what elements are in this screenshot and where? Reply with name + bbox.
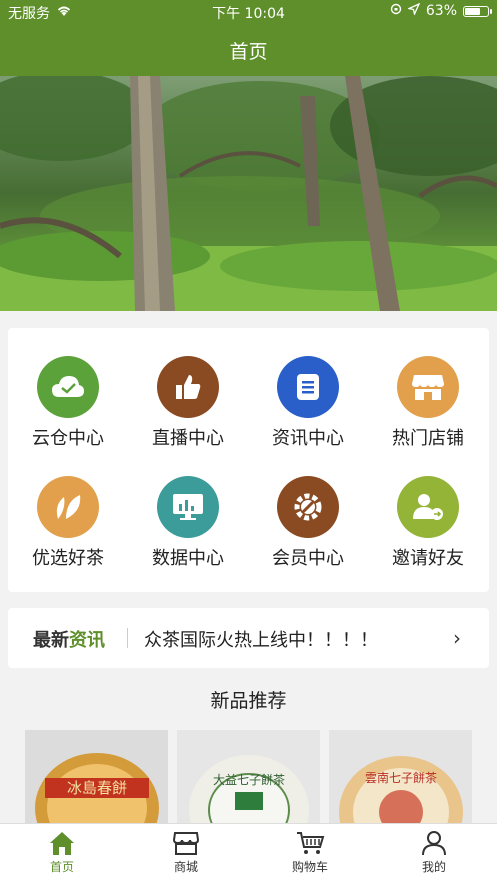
product-label: 冰島春餅 xyxy=(67,779,127,797)
chevron-right-icon[interactable]: › xyxy=(453,626,461,650)
cart-icon xyxy=(297,832,325,854)
grid-item-label: 邀请好友 xyxy=(392,548,464,569)
grid-item-premium-tea[interactable]: 优选好茶 xyxy=(8,476,128,586)
news-tag: 最新资讯 xyxy=(33,626,105,652)
grid-item-label: 热门店铺 xyxy=(392,428,464,449)
home-icon xyxy=(50,832,74,855)
tab-label: 购物车 xyxy=(291,860,328,874)
grid-item-invite-friends[interactable]: 邀请好友 xyxy=(368,476,488,586)
grid-item-label: 优选好茶 xyxy=(32,548,104,569)
orientation-lock-icon xyxy=(390,3,402,19)
tab-home[interactable]: 首页 xyxy=(0,830,124,875)
product-card[interactable]: 大益七子餅茶 xyxy=(177,730,320,825)
section-title-new-products: 新品推荐 xyxy=(210,690,287,712)
grid-item-data-center[interactable]: 数据中心 xyxy=(128,476,248,586)
grid-item-live-center[interactable]: 直播中心 xyxy=(128,356,248,466)
grid-item-label: 云仓中心 xyxy=(32,428,104,449)
tea-leaf-icon xyxy=(37,476,99,538)
grid-item-label: 直播中心 xyxy=(152,428,224,449)
tab-mine[interactable]: 我的 xyxy=(372,830,496,875)
news-ticker[interactable]: 最新资讯 众茶国际火热上线中！！！！ › xyxy=(8,608,489,668)
grid-item-label: 数据中心 xyxy=(152,548,224,569)
product-card[interactable]: 雲南七子餅茶 xyxy=(329,730,472,825)
page-title: 首页 xyxy=(229,40,268,63)
grid-item-label: 资讯中心 xyxy=(272,428,344,449)
grid-item-label: 会员中心 xyxy=(272,548,344,569)
monitor-chart-icon xyxy=(157,476,219,538)
news-divider xyxy=(127,628,128,648)
grid-item-member-center[interactable]: 会员中心 xyxy=(248,476,368,586)
tab-label: 我的 xyxy=(421,860,446,874)
status-bar: 无服务 下午 10:04 63% xyxy=(0,0,497,24)
tea-cake-image: 大益七子餅茶 xyxy=(177,730,320,825)
person-icon xyxy=(422,831,446,856)
tea-forest-image xyxy=(0,76,497,311)
gear-wrench-icon xyxy=(277,476,339,538)
grid-item-hot-stores[interactable]: 热门店铺 xyxy=(368,356,488,466)
grid-item-news-center[interactable]: 资讯中心 xyxy=(248,356,368,466)
tea-cake-image: 冰島春餅 xyxy=(25,730,168,825)
product-label: 大益七子餅茶 xyxy=(213,772,285,787)
nav-bar: 首页 xyxy=(0,24,497,76)
store-icon xyxy=(397,356,459,418)
grid-item-cloud-warehouse[interactable]: 云仓中心 xyxy=(8,356,128,466)
tea-cake-image: 雲南七子餅茶 xyxy=(329,730,472,825)
document-icon xyxy=(277,356,339,418)
feature-grid: 云仓中心 直播中心 资讯中心 热门店铺 优选好茶 数据中心 会员中心 邀请好友 xyxy=(8,328,489,592)
battery-percent: 63% xyxy=(425,3,457,19)
tab-label: 商城 xyxy=(173,860,198,874)
battery-icon xyxy=(463,5,492,17)
news-tag-part2: 资讯 xyxy=(69,630,105,651)
tab-shop[interactable]: 商城 xyxy=(124,830,248,875)
news-headline[interactable]: 众茶国际火热上线中！！！！ xyxy=(144,626,378,652)
tab-label: 首页 xyxy=(49,860,74,874)
shop-icon xyxy=(172,832,200,855)
bottom-tab-bar: 首页 商城 购物车 我的 xyxy=(0,823,497,884)
cloud-check-icon xyxy=(37,356,99,418)
hero-banner[interactable] xyxy=(0,76,497,311)
thumbs-up-icon xyxy=(157,356,219,418)
user-invite-icon xyxy=(397,476,459,538)
product-card[interactable]: 冰島春餅 xyxy=(25,730,168,825)
tab-cart[interactable]: 购物车 xyxy=(248,830,372,875)
product-label: 雲南七子餅茶 xyxy=(365,770,437,785)
location-icon xyxy=(406,2,421,19)
news-tag-part1: 最新 xyxy=(33,630,69,651)
